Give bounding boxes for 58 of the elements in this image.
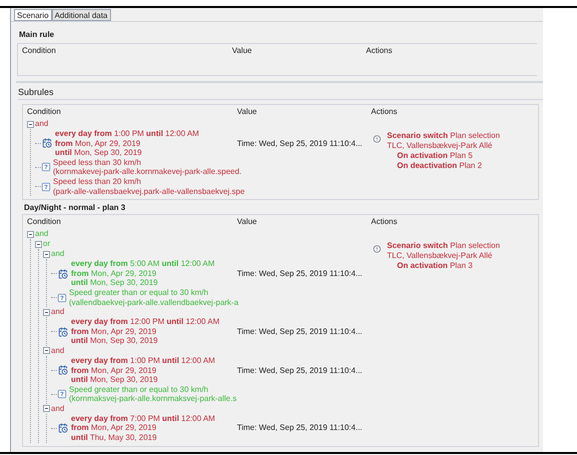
column-header: Condition [22, 45, 57, 57]
column-header: Condition [27, 216, 62, 228]
rule-title: Day/Night - normal - plan 3 [23, 202, 126, 214]
collapse-icon[interactable] [43, 250, 50, 258]
action-text: Scenario switch Plan selection TLC, Vallensbækvej-Park Allé [387, 241, 501, 262]
calendar-clock-icon [58, 268, 68, 279]
collapse-icon[interactable] [43, 347, 50, 354]
speed-condition: Speed less than 20 km/h (park-alle-vallensbaekvej.park-alle-vallensbaekvej.spe [53, 176, 245, 196]
collapse-icon[interactable] [27, 120, 34, 128]
calendar-clock-icon [58, 326, 68, 337]
collapse-icon[interactable] [43, 308, 50, 316]
calendar-clock-icon [58, 365, 68, 376]
operator-label: and [51, 404, 64, 414]
action-detail: On activation Plan 3 [397, 261, 474, 272]
speed-condition: Speed greater than or equal to 30 km/h (vallendbaekvej-park-alle.vallendbaekvej-park-a [69, 288, 238, 308]
alert-icon [373, 245, 381, 254]
alert-icon [373, 135, 381, 143]
value-text: Time: Wed, Sep 25, 2019 11:10:4... [237, 326, 362, 336]
value-text: Time: Wed, Sep 25, 2019 11:10:4... [237, 423, 362, 434]
value-text: Time: Wed, Sep 25, 2019 11:10:4... [237, 268, 362, 278]
question-icon [58, 390, 66, 398]
column-header: Value [237, 216, 258, 228]
column-header: Value [237, 106, 258, 118]
question-icon [58, 294, 66, 302]
time-condition: every day from 7:00 PM until 12:00 AM from Mon, Apr 29, 2019 until Thu, May 30, 2019 [71, 414, 216, 443]
operator-label: or [43, 239, 50, 249]
question-icon [42, 182, 50, 191]
time-condition: every day from 5:00 AM until 12:00 AM from Mon, Apr 29, 2019 until Mon, Sep 30, 2019 [71, 259, 215, 288]
section-title: Subrules [17, 86, 55, 99]
column-header: Actions [371, 106, 398, 118]
tab[interactable]: Scenario [14, 9, 52, 21]
section-title: Main rule [19, 30, 56, 40]
calendar-clock-icon [58, 423, 68, 434]
operator-label: and [35, 119, 48, 129]
value-text: Time: Wed, Sep 25, 2019 11:10:4... [237, 366, 362, 376]
action-text: Scenario switch Plan selection TLC, Vallensbækvej-Park Allé [387, 131, 501, 151]
question-icon [42, 163, 50, 172]
action-detail: On activation Plan 5 [397, 151, 474, 161]
speed-condition: Speed greater than or equal to 30 km/h (kornmaksvej-park-alle.kornmaksvej-park-alle.s [69, 384, 237, 404]
column-header: Actions [366, 45, 392, 57]
speed-condition: Speed less than 30 km/h (kornmakevej-park-alle.kornmakevej-park-alle.speed. [53, 158, 242, 177]
collapse-icon[interactable] [43, 405, 50, 412]
operator-label: and [51, 307, 64, 317]
value-text: Time: Wed, Sep 25, 2019 11:10:4... [237, 138, 362, 148]
collapse-icon[interactable] [35, 240, 42, 248]
column-header: Condition [27, 106, 62, 118]
calendar-clock-icon [42, 138, 52, 148]
collapse-icon[interactable] [27, 230, 34, 238]
operator-label: and [51, 346, 64, 356]
operator-label: and [51, 249, 64, 259]
column-header: Actions [371, 216, 398, 228]
column-header: Value [232, 45, 253, 57]
time-condition: every day from 1:00 PM until 12:00 AM from Mon, Apr 29, 2019 until Mon, Sep 30, 2019 [71, 356, 216, 385]
operator-label: and [35, 229, 48, 239]
tab[interactable]: Additional data [52, 9, 111, 21]
time-condition: every day from 1:00 PM until 12:00 AM from Mon, Apr 29, 2019 until Mon, Sep 30, 2019 [55, 129, 200, 158]
action-detail: On deactivation Plan 2 [397, 161, 483, 171]
time-condition: every day from 12:00 PM until 12:00 AM from Mon, Apr 29, 2019 until Mon, Sep 30, 2019 [71, 317, 220, 346]
